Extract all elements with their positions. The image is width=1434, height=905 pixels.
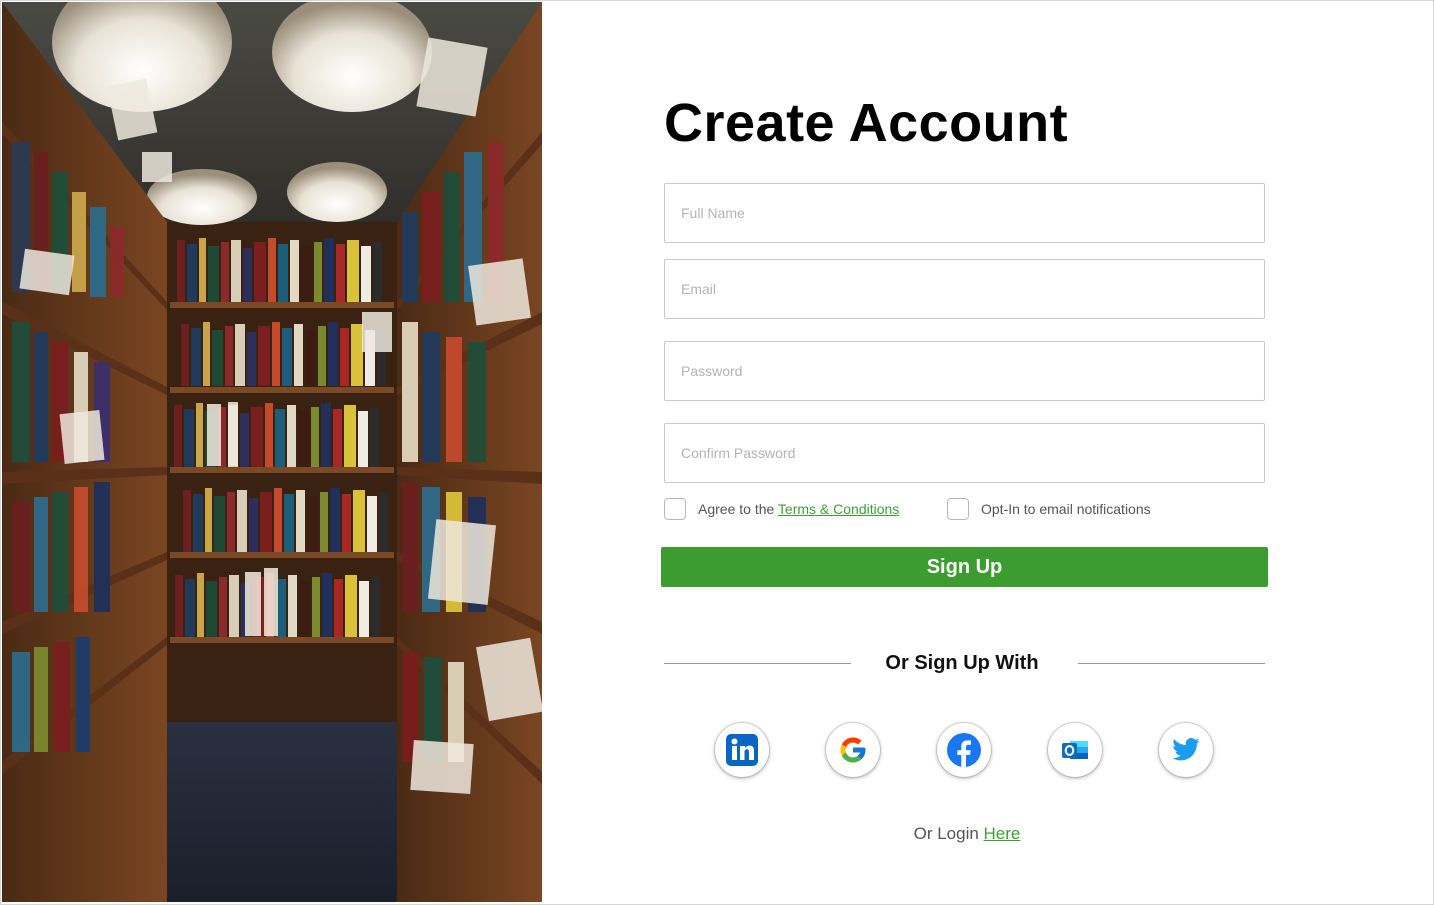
login-prefix: Or Login [913,824,984,843]
optin-row: Opt-In to email notifications [947,497,1151,521]
outlook-icon [1062,741,1088,759]
full-name-input[interactable] [664,183,1265,243]
google-icon [840,737,866,763]
linkedin-icon [726,734,758,766]
google-button[interactable] [826,723,880,777]
terms-checkbox[interactable] [664,498,686,520]
page-title: Create Account [664,93,1069,153]
terms-label: Agree to the Terms & Conditions [698,501,899,517]
divider-right [1078,663,1265,664]
divider-text: Or Sign Up With [885,652,1039,674]
terms-row: Agree to the Terms & Conditions [664,497,899,521]
login-link[interactable]: Here [984,824,1021,843]
confirm-password-input[interactable] [664,423,1265,483]
terms-prefix: Agree to the [698,501,778,517]
signup-form: Create Account Agree to the Terms & Cond… [542,2,1434,902]
facebook-icon [947,733,981,767]
password-input[interactable] [664,341,1265,401]
library-illustration [2,2,542,902]
optin-checkbox[interactable] [947,498,969,520]
linkedin-button[interactable] [715,723,769,777]
divider-left [664,663,851,664]
outlook-button[interactable] [1048,723,1102,777]
library-photo [2,2,542,902]
page-frame: Create Account Agree to the Terms & Cond… [0,0,1434,905]
twitter-icon [1172,738,1200,761]
email-input[interactable] [664,259,1265,319]
login-row: Or Login Here [542,824,1392,844]
facebook-button[interactable] [937,723,991,777]
twitter-button[interactable] [1159,723,1213,777]
sign-up-button[interactable]: Sign Up [661,547,1268,587]
optin-label: Opt-In to email notifications [981,501,1151,517]
terms-link[interactable]: Terms & Conditions [778,501,899,517]
